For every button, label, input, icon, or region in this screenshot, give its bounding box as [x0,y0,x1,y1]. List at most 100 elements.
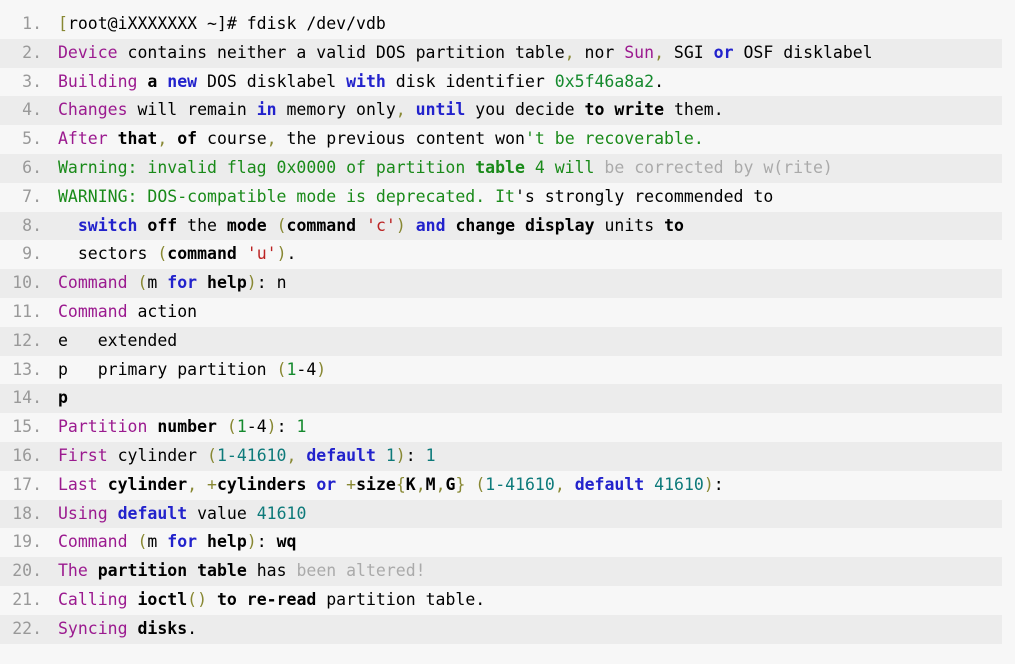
code-token: and [415,215,446,235]
code-token: to [664,215,684,235]
code-token: , [266,129,277,149]
code-token: ( [276,359,287,379]
code-token: change display [455,215,595,235]
code-token: of [177,129,198,149]
code-token: will remain [127,100,257,120]
code-token: 1 [385,445,396,465]
code-token: . [286,244,297,264]
code-token: DOS disklabel [197,71,347,91]
code-line: 21Calling ioctl() to re-read partition t… [0,586,1002,615]
line-number: 6 [0,154,44,183]
code-token: cylinder [107,474,188,494]
line-number: 3 [0,68,44,97]
code-line-text: Warning: invalid flag 0x0000 of partitio… [44,154,833,183]
code-token: : [713,474,724,494]
code-token: to write [584,100,665,120]
code-token: Changes [58,100,128,120]
code-token: , [435,474,446,494]
code-token: SGI [664,42,714,62]
code-token: cylinder [107,445,208,465]
code-token: Command [58,273,128,293]
code-token: : [405,445,426,465]
line-number: 14 [0,384,44,413]
line-number: 13 [0,356,44,385]
code-line-text: Syncing disks. [44,615,197,644]
code-token: ) [395,445,406,465]
code-token: or [316,474,337,494]
code-token: { [395,474,406,494]
line-number: 4 [0,96,44,125]
code-token: memory only [276,100,396,120]
code-token: , [157,129,168,149]
code-token: new [167,71,198,91]
code-line-text: Command (m for help): n [44,269,287,298]
code-line: 10Command (m for help): n [0,269,1002,298]
code-token: . It [475,186,515,206]
code-token: action [127,301,198,321]
code-line: 11Command action [0,298,1002,327]
code-line: 5After that, of course, the previous con… [0,125,1002,154]
code-token: 'c' [366,215,396,235]
code-line: 2Device contains neither a valid DOS par… [0,38,1002,68]
code-token: them. [664,100,724,120]
code-token: 1-41610 [216,445,287,465]
line-number: 1 [0,10,44,39]
code-token: p [58,388,68,408]
code-token: Warning: invalid flag 0x0000 of partitio… [58,157,476,177]
code-line: 14 p [0,384,1002,414]
code-token: 41610 [256,503,307,523]
code-line: 15Partition number (1-4): 1 [0,413,1002,442]
code-token: default [574,474,645,494]
code-token: 's strongly recommended to [514,186,774,206]
code-line: 3Building a new DOS disklabel with disk … [0,68,1002,97]
code-token: default [117,503,188,523]
code-token: [ [58,14,68,33]
code-token: 'u' [246,244,277,264]
code-token: ( [266,215,287,235]
code-line-text: Using default value 41610 [44,500,306,529]
line-number: 19 [0,528,44,557]
code-token: that [117,129,158,149]
line-number: 21 [0,586,44,615]
code-token: 4 will [524,157,595,177]
code-token: partition table [97,561,247,581]
code-token: for [167,532,198,552]
code-token: : [276,417,297,437]
code-token: : n [256,273,287,293]
code-token: m [147,532,168,552]
code-token: been altered! [286,561,426,581]
code-token: number [157,417,217,437]
line-number: 5 [0,125,44,154]
code-line-text: Device contains neither a valid DOS part… [44,39,873,68]
code-token: ( [475,474,486,494]
code-token: M [425,474,436,494]
code-line: 18Using default value 41610 [0,499,1002,529]
code-token: table [475,157,525,177]
code-token: 0x5f46a8a2 [554,71,655,91]
code-line-text: Last cylinder, +cylinders or +size{K,M,G… [44,471,724,500]
line-number: 22 [0,615,44,644]
code-line: 17Last cylinder, +cylinders or +size{K,M… [0,471,1002,500]
code-token: wq [276,532,297,552]
code-token: with [346,71,386,91]
code-token: The [58,561,88,581]
code-token: Syncing [58,618,128,638]
code-line: 22Syncing disks. [0,614,1002,644]
code-token: ( [137,532,148,552]
code-line-text: p [44,384,68,413]
code-token: : [256,532,277,552]
code-token: Partition [58,417,148,437]
code-token: ( [137,273,148,293]
code-token: 1 [296,417,307,437]
code-token: the previous content won [276,129,525,149]
code-token: . [654,71,665,91]
